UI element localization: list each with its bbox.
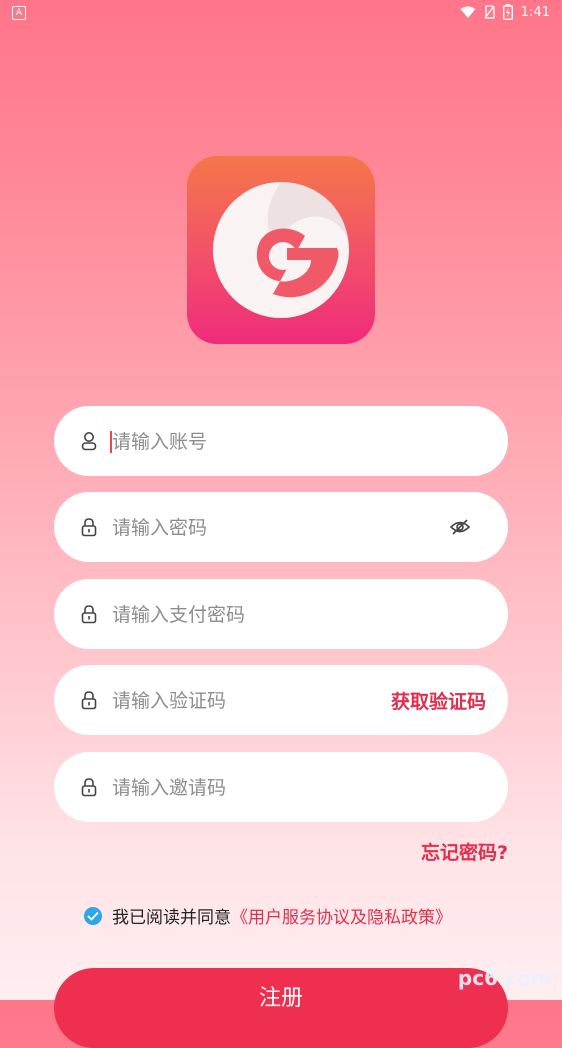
app-logo [187, 156, 375, 344]
account-input[interactable] [110, 421, 414, 463]
agreement-row: 我已阅读并同意 《用户服务协议及隐私政策》 [84, 903, 452, 928]
account-field[interactable] [54, 406, 508, 476]
agreement-text: 我已阅读并同意 [112, 908, 231, 928]
lock-icon [81, 778, 97, 797]
lock-icon [81, 518, 97, 537]
status-bar: A 1:41 [0, 0, 562, 24]
agreement-link[interactable]: 《用户服务协议及隐私政策》 [231, 903, 452, 928]
verify-code-input[interactable] [110, 680, 364, 722]
pay-password-field[interactable] [54, 579, 508, 649]
invite-code-input[interactable] [110, 767, 414, 809]
register-button[interactable]: 注册 [54, 968, 508, 1048]
forgot-password-link[interactable]: 忘记密码? [421, 838, 508, 865]
lock-icon [81, 691, 97, 710]
invite-code-field[interactable] [54, 752, 508, 822]
eye-off-icon[interactable] [450, 518, 470, 536]
agreement-checkbox[interactable] [84, 906, 102, 925]
check-icon [87, 911, 99, 921]
watermark: pc6.com [457, 966, 552, 990]
user-icon [81, 432, 97, 451]
wifi-icon [460, 6, 476, 18]
pay-password-input[interactable] [110, 594, 414, 636]
battery-icon [502, 4, 513, 20]
status-time: 1:41 [520, 4, 550, 20]
no-sim-icon [484, 5, 495, 19]
get-code-button[interactable]: 获取验证码 [391, 687, 486, 714]
password-field[interactable] [54, 492, 508, 562]
app-notification-icon: A [12, 6, 26, 20]
password-input[interactable] [110, 507, 414, 549]
lock-icon [81, 605, 97, 624]
verify-code-field[interactable]: 获取验证码 [54, 665, 508, 735]
